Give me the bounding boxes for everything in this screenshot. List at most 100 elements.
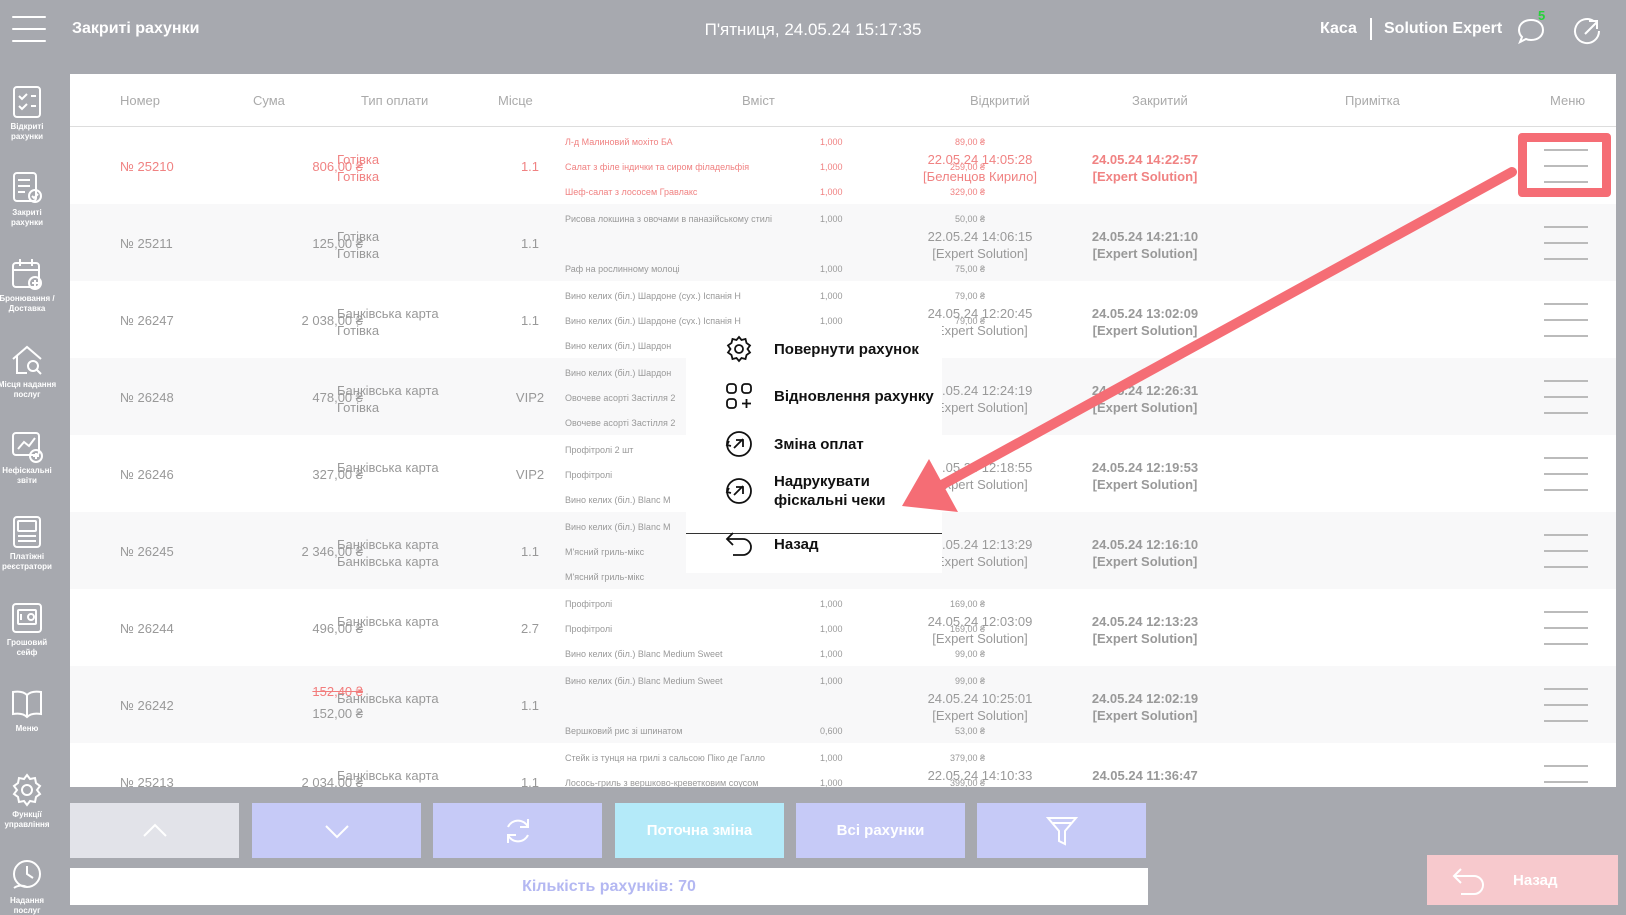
undo-icon [725,532,752,556]
current-shift-button[interactable]: Поточна зміна [615,803,784,858]
column-header[interactable]: Примітка [1345,93,1400,108]
item-name: Вино келих (біл.) Шардоне (сух.) Іспанія… [565,291,741,301]
item-qty: 1,000 [820,753,843,763]
bill-opened: 22.05.24 14:06:15 [Expert Solution] [927,229,1033,261]
apps-plus-icon [726,383,752,409]
payment-change-icon [725,431,752,457]
row-menu-icon[interactable] [1544,611,1588,647]
row-menu-icon[interactable] [1544,688,1588,724]
row-menu-icon[interactable] [1544,380,1588,416]
item-name: Овочеве асорті Застілля 2 [565,393,676,403]
column-header[interactable]: Тип оплати [361,93,428,108]
bill-number: № 26247 [120,313,174,328]
print-fiscal-icon [725,478,752,504]
table-row[interactable]: № 26242 152,40 ₴ 152,00 ₴ Банківська карта 1… [70,666,1616,743]
sidebar-item-gear[interactable]: Функції управління [0,766,54,852]
back-button-label: Назад [1513,871,1558,889]
all-bills-button[interactable]: Всі рахунки [796,803,965,858]
table-row[interactable]: № 25210 806,00 ₴ Готівка Готівка 1.1 Л-д Мал… [70,127,1616,204]
share-icon[interactable] [1570,14,1604,48]
content-item: Раф на рослинному молоці 1,000 75,00 ₴ [565,264,985,277]
row-menu-icon[interactable] [1544,534,1588,570]
context-menu-return-bill-item[interactable]: Повернути рахунок [686,328,942,370]
row-menu-icon[interactable] [1544,765,1588,787]
column-header[interactable]: Відкритий [970,93,1030,108]
context-menu: Повернути рахунок Відновлення рахунку Змін… [686,325,942,573]
context-menu-back-item[interactable]: Назад [686,523,942,565]
item-qty: 1,000 [820,291,843,301]
till-label[interactable]: Каса [1320,20,1357,38]
content-item: Шеф-салат з лососем Гравлакс 1,000 329,00 … [565,187,985,200]
item-name: Шеф-салат з лососем Гравлакс [565,187,698,197]
column-header[interactable]: Місце [498,93,533,108]
context-menu-label: Повернути рахунок [774,340,919,358]
column-header[interactable]: Меню [1550,93,1585,108]
item-qty: 1,000 [820,649,843,659]
item-price: 329,00 ₴ [949,187,985,197]
filter-button[interactable] [977,803,1146,858]
context-menu-label: Зміна оплат [774,435,864,453]
item-qty: 1,000 [820,137,843,147]
item-name: Вино келих (біл.) Шардон [565,368,672,378]
sidebar-item-book[interactable]: Меню [0,680,54,766]
chat-badge: 5 [1538,8,1546,23]
bill-number: № 25210 [120,159,174,174]
sidebar-item-chart-plus[interactable]: Нефіскальні звіти [0,422,54,508]
table-row[interactable]: № 252132 034,00 ₴Банківська карта Банків… [70,743,1616,787]
content-item: Вино келих (біл.) Шардоне (сух.) Іспанія… [565,291,985,304]
column-header[interactable]: Вміст [742,93,775,108]
row-menu-icon[interactable] [1544,303,1588,339]
sidebar-item-label: Бронювання / Доставка [0,294,55,313]
safe-icon [12,603,42,633]
context-menu-change-payment-item[interactable]: Зміна оплат [686,423,942,465]
item-name: М'ясний гриль-мікс [565,572,645,582]
scroll-down-button[interactable] [252,803,421,858]
user-name[interactable]: Solution Expert [1384,20,1502,38]
bill-number: № 25213 [120,775,174,787]
row-menu-icon[interactable] [1544,457,1588,493]
column-header[interactable]: Сума [253,93,285,108]
scroll-up-button[interactable] [70,803,239,858]
bill-closed: 24.05.24 13:02:09 [Expert Solution] [1091,306,1199,338]
bill-opened: 24.05.24 10:25:01 [Expert Solution] [927,691,1033,723]
context-menu-restore-bill-item[interactable]: Відновлення рахунку [686,375,942,417]
bill-number: № 26244 [120,621,174,636]
sidebar-item-register[interactable]: Платіжні реєстратори [0,508,54,594]
sidebar-item-label: Меню [15,724,39,733]
sidebar-item-safe[interactable]: Грошовий сейф [0,594,54,680]
item-name: Профітролі [565,624,613,634]
sidebar-item-home-search[interactable]: Місця надання послуг [0,336,56,422]
item-price: 99,00 ₴ [954,649,985,659]
item-name: Вино келих (біл.) Blanc Medium Sweet [565,676,723,686]
bill-closed: 24.05.24 12:13:23 [Expert Solution] [1091,614,1199,646]
chart-plus-icon [12,432,43,463]
bill-opened: 24.05.24 12:03:09 [Expert Solution] [927,614,1033,646]
refresh-button[interactable] [433,803,602,858]
bill-closed: 24.05.24 12:16:10 [Expert Solution] [1091,537,1199,569]
bill-closed: 24.05.24 12:26:31 [Expert Solution] [1091,383,1199,415]
bill-payment: Банківська карта [337,460,439,475]
row-menu-icon[interactable] [1544,226,1588,262]
context-menu-print-fiscal-item[interactable]: Надрукувати фіскальні чеки [686,470,942,512]
bill-place: 1.1 [520,313,540,328]
content-item: М'ясний гриль-мікс [565,572,985,585]
bill-number: № 26245 [120,544,174,559]
sidebar-item-closed-bills[interactable]: Закриті рахунки [0,164,54,250]
sidebar-item-open-bills[interactable]: Відкриті рахунки [0,78,54,164]
gear-icon [726,335,752,363]
filter-icon [1045,816,1078,846]
chevron-down-icon [324,824,349,838]
sidebar-item-clock[interactable]: Надання послуг [0,852,54,915]
column-header[interactable]: Закритий [1132,93,1188,108]
back-button[interactable]: Назад [1427,855,1618,905]
sidebar-item-calendar-plus[interactable]: Бронювання / Доставка [0,250,55,336]
item-name: Вино келих (біл.) Blanc M [565,522,671,532]
bill-place: 1.1 [520,544,540,559]
item-name: Вино келих (біл.) Blanc M [565,495,671,505]
bill-closed: 24.05.24 11:36:47 [Expert Solution] [1092,768,1198,787]
table-row[interactable]: № 26244 496,00 ₴ Банківська карта 2.7 Профіт… [70,589,1616,666]
context-menu-label: Назад [774,535,819,553]
content-item: Вино келих (біл.) Blanc Medium Sweet 1,00… [565,649,985,662]
column-header[interactable]: Номер [120,93,160,108]
table-row[interactable]: № 25211 125,00 ₴ Готівка Готівка 1.1 Рисова … [70,204,1616,281]
